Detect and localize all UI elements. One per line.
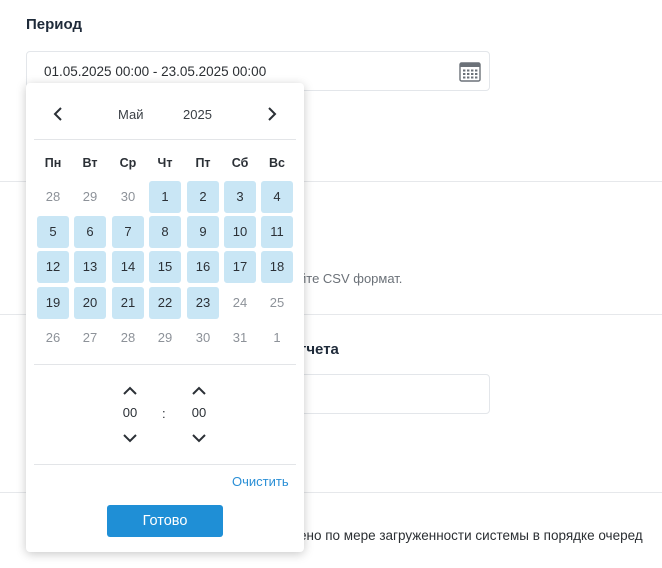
calendar-day[interactable]: 29	[149, 322, 181, 354]
minutes-value: 00	[191, 405, 207, 420]
calendar-day[interactable]: 20	[74, 287, 106, 319]
weekday-label: Вс	[269, 156, 285, 170]
time-divider	[34, 364, 296, 365]
minutes-down-icon[interactable]	[189, 431, 209, 447]
time-separator: :	[162, 406, 166, 421]
calendar-day-other-month[interactable]: 28	[37, 181, 69, 213]
weekday-label: Сб	[231, 156, 249, 170]
hours-up-icon[interactable]	[120, 382, 140, 398]
calendar-day[interactable]: 23	[187, 287, 219, 319]
calendar-day[interactable]: 5	[37, 216, 69, 248]
year-label[interactable]: 2025	[183, 107, 212, 122]
weekday-label: Пт	[195, 156, 211, 170]
calendar-day[interactable]: 3	[224, 181, 256, 213]
calendar-day[interactable]: 17	[224, 251, 256, 283]
calendar-day[interactable]: 31	[224, 322, 256, 354]
queue-text: ено по мере загруженности системы в поря…	[299, 528, 643, 543]
calendar-day[interactable]: 12	[37, 251, 69, 283]
header-divider	[34, 139, 296, 140]
period-value: 01.05.2025 00:00 - 23.05.2025 00:00	[44, 64, 267, 79]
chevron-left-icon[interactable]	[49, 104, 69, 124]
period-label: Период	[26, 16, 82, 33]
calendar-day[interactable]: 18	[261, 251, 293, 283]
weekday-label: Чт	[157, 156, 173, 170]
chevron-right-icon[interactable]	[261, 104, 281, 124]
weekday-label: Ср	[119, 156, 137, 170]
weekday-label: Вт	[82, 156, 98, 170]
hint-text: йте CSV формат.	[299, 271, 403, 286]
clear-link[interactable]: Очистить	[232, 474, 289, 489]
calendar-day[interactable]: 25	[261, 287, 293, 319]
calendar-icon[interactable]	[459, 61, 481, 82]
calendar-day[interactable]: 1	[149, 181, 181, 213]
weekday-label: Пн	[44, 156, 62, 170]
calendar-day[interactable]: 15	[149, 251, 181, 283]
report-label: тчета	[299, 341, 339, 358]
hours-down-icon[interactable]	[120, 431, 140, 447]
calendar-day[interactable]: 21	[112, 287, 144, 319]
calendar-day[interactable]: 28	[112, 322, 144, 354]
calendar-day-other-month[interactable]: 29	[74, 181, 106, 213]
minutes-up-icon[interactable]	[189, 382, 209, 398]
date-picker-popup: Май 2025 Пн Вт Ср Чт Пт Сб Вс 28 29 30 1 2 3 4 5 6 7 8 9 1…	[26, 83, 304, 552]
calendar-day[interactable]: 22	[149, 287, 181, 319]
calendar-day-other-month[interactable]: 30	[112, 181, 144, 213]
hours-value: 00	[122, 405, 138, 420]
calendar-day[interactable]: 9	[187, 216, 219, 248]
calendar-day[interactable]: 16	[187, 251, 219, 283]
calendar-day[interactable]: 4	[261, 181, 293, 213]
month-label[interactable]: Май	[118, 107, 143, 122]
calendar-day[interactable]: 7	[112, 216, 144, 248]
calendar-day[interactable]: 19	[37, 287, 69, 319]
footer-divider	[34, 464, 296, 465]
calendar-day[interactable]: 11	[261, 216, 293, 248]
calendar-day[interactable]: 2	[187, 181, 219, 213]
calendar-day[interactable]: 10	[224, 216, 256, 248]
calendar-day[interactable]: 14	[112, 251, 144, 283]
calendar-day[interactable]: 13	[74, 251, 106, 283]
calendar-day[interactable]: 24	[224, 287, 256, 319]
calendar-day[interactable]: 27	[74, 322, 106, 354]
calendar-day[interactable]: 30	[187, 322, 219, 354]
calendar-day-other-month[interactable]: 1	[261, 322, 293, 354]
calendar-day[interactable]: 6	[74, 216, 106, 248]
calendar-day[interactable]: 26	[37, 322, 69, 354]
done-button[interactable]: Готово	[107, 505, 223, 537]
calendar-day[interactable]: 8	[149, 216, 181, 248]
